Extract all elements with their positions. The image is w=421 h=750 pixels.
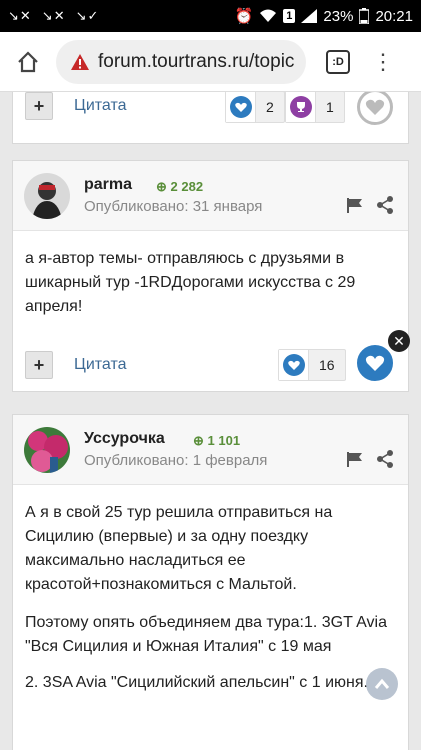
scroll-to-top-button[interactable] — [366, 668, 398, 700]
report-flag-icon[interactable] — [346, 197, 364, 213]
reputation-value: 1 101 — [207, 433, 241, 448]
heart-icon — [365, 355, 385, 371]
post-paragraph: 2. 3SA Avia "Сицилийский апельсин" с 1 и… — [25, 674, 368, 691]
heart-icon — [229, 96, 252, 118]
trophy-counter[interactable]: 1 — [285, 92, 345, 123]
multiquote-button[interactable]: + — [25, 351, 53, 379]
avatar-image — [24, 173, 70, 219]
status-bar: ↘✕ ↘✕ ↘✓ ⏰ 1 23% 20:21 — [0, 0, 421, 32]
clock: 20:21 — [375, 7, 413, 25]
likes-counter[interactable]: 16 — [278, 349, 346, 381]
post-card-parma: parma ⊕ 2 282 Опубликовано: 31 января а … — [12, 160, 409, 392]
missed-call-icon: ↘✓ — [75, 8, 100, 23]
report-flag-icon[interactable] — [346, 451, 364, 467]
missed-call-icon: ↘✕ — [8, 8, 32, 23]
address-bar[interactable]: forum.tourtrans.ru/topic — [56, 39, 306, 84]
heart-icon — [282, 354, 305, 376]
post-date: Опубликовано: 1 февраля — [84, 452, 267, 469]
posted-label: Опубликовано: — [84, 198, 189, 215]
overflow-menu-icon[interactable]: ⋮ — [372, 50, 394, 73]
quote-link[interactable]: Цитата — [74, 97, 127, 115]
signal-icon — [301, 9, 318, 23]
wifi-icon — [260, 9, 277, 22]
trophy-count: 1 — [326, 99, 334, 115]
quote-link[interactable]: Цитата — [74, 356, 127, 374]
forum-thread[interactable]: + Цитата 2 1 parma ⊕ 2 282 Опубликовано:… — [0, 92, 421, 750]
post-card-ussurochka: Уссурочка ⊕ 1 101 Опубликовано: 1 феврал… — [12, 414, 409, 750]
post-paragraph: Поэтому опять объединяем два тура:1. 3GT… — [25, 614, 387, 655]
alarm-icon: ⏰ — [234, 8, 254, 25]
missed-call-icon: ↘✕ — [41, 8, 66, 23]
chevron-up-icon — [374, 678, 390, 689]
like-button[interactable] — [357, 345, 393, 381]
author-name[interactable]: parma — [84, 176, 132, 194]
url-text: forum.tourtrans.ru/topic — [98, 50, 295, 72]
heart-outline-icon — [365, 99, 385, 115]
reputation-badge: ⊕ 2 282 — [156, 179, 203, 195]
avatar[interactable] — [24, 427, 70, 473]
post-body: а я-автор темы- отправляюсь с друзьями в… — [25, 250, 356, 315]
notification-icons: ↘✕ ↘✕ ↘✓ — [8, 8, 99, 24]
post-header — [13, 161, 408, 231]
tab-switcher-button[interactable]: :D — [326, 49, 350, 74]
multiquote-button[interactable]: + — [25, 92, 53, 120]
sim-icon: 1 — [283, 9, 296, 23]
likes-count: 16 — [319, 357, 335, 373]
battery-icon — [359, 8, 370, 24]
likes-counter[interactable]: 2 — [225, 92, 285, 123]
warning-icon — [71, 53, 89, 70]
battery-level: 23% — [323, 7, 354, 25]
home-button[interactable] — [0, 50, 56, 74]
avatar-image — [24, 427, 70, 473]
author-name[interactable]: Уссурочка — [84, 430, 165, 448]
home-icon — [18, 50, 38, 72]
reputation-badge: ⊕ 1 101 — [193, 433, 240, 449]
likes-count: 2 — [266, 99, 274, 115]
post-date: Опубликовано: 31 января — [84, 198, 262, 215]
plus-circle-icon: ⊕ — [156, 179, 167, 194]
post-header — [13, 415, 408, 485]
post-paragraph: А я в свой 25 тур решила отправиться на … — [25, 504, 333, 593]
like-button[interactable] — [357, 92, 393, 125]
reputation-value: 2 282 — [170, 179, 204, 194]
plus-circle-icon: ⊕ — [193, 433, 204, 448]
share-icon[interactable] — [376, 450, 394, 468]
post-date-value[interactable]: 1 февраля — [193, 452, 268, 469]
posted-label: Опубликовано: — [84, 452, 189, 469]
trophy-icon — [289, 96, 312, 118]
post-date-value[interactable]: 31 января — [193, 198, 263, 215]
browser-toolbar: forum.tourtrans.ru/topic :D ⋮ — [0, 32, 421, 92]
post-card-previous: + Цитата 2 1 — [12, 92, 409, 144]
avatar[interactable] — [24, 173, 70, 219]
share-icon[interactable] — [376, 196, 394, 214]
close-icon[interactable]: ✕ — [388, 330, 410, 352]
